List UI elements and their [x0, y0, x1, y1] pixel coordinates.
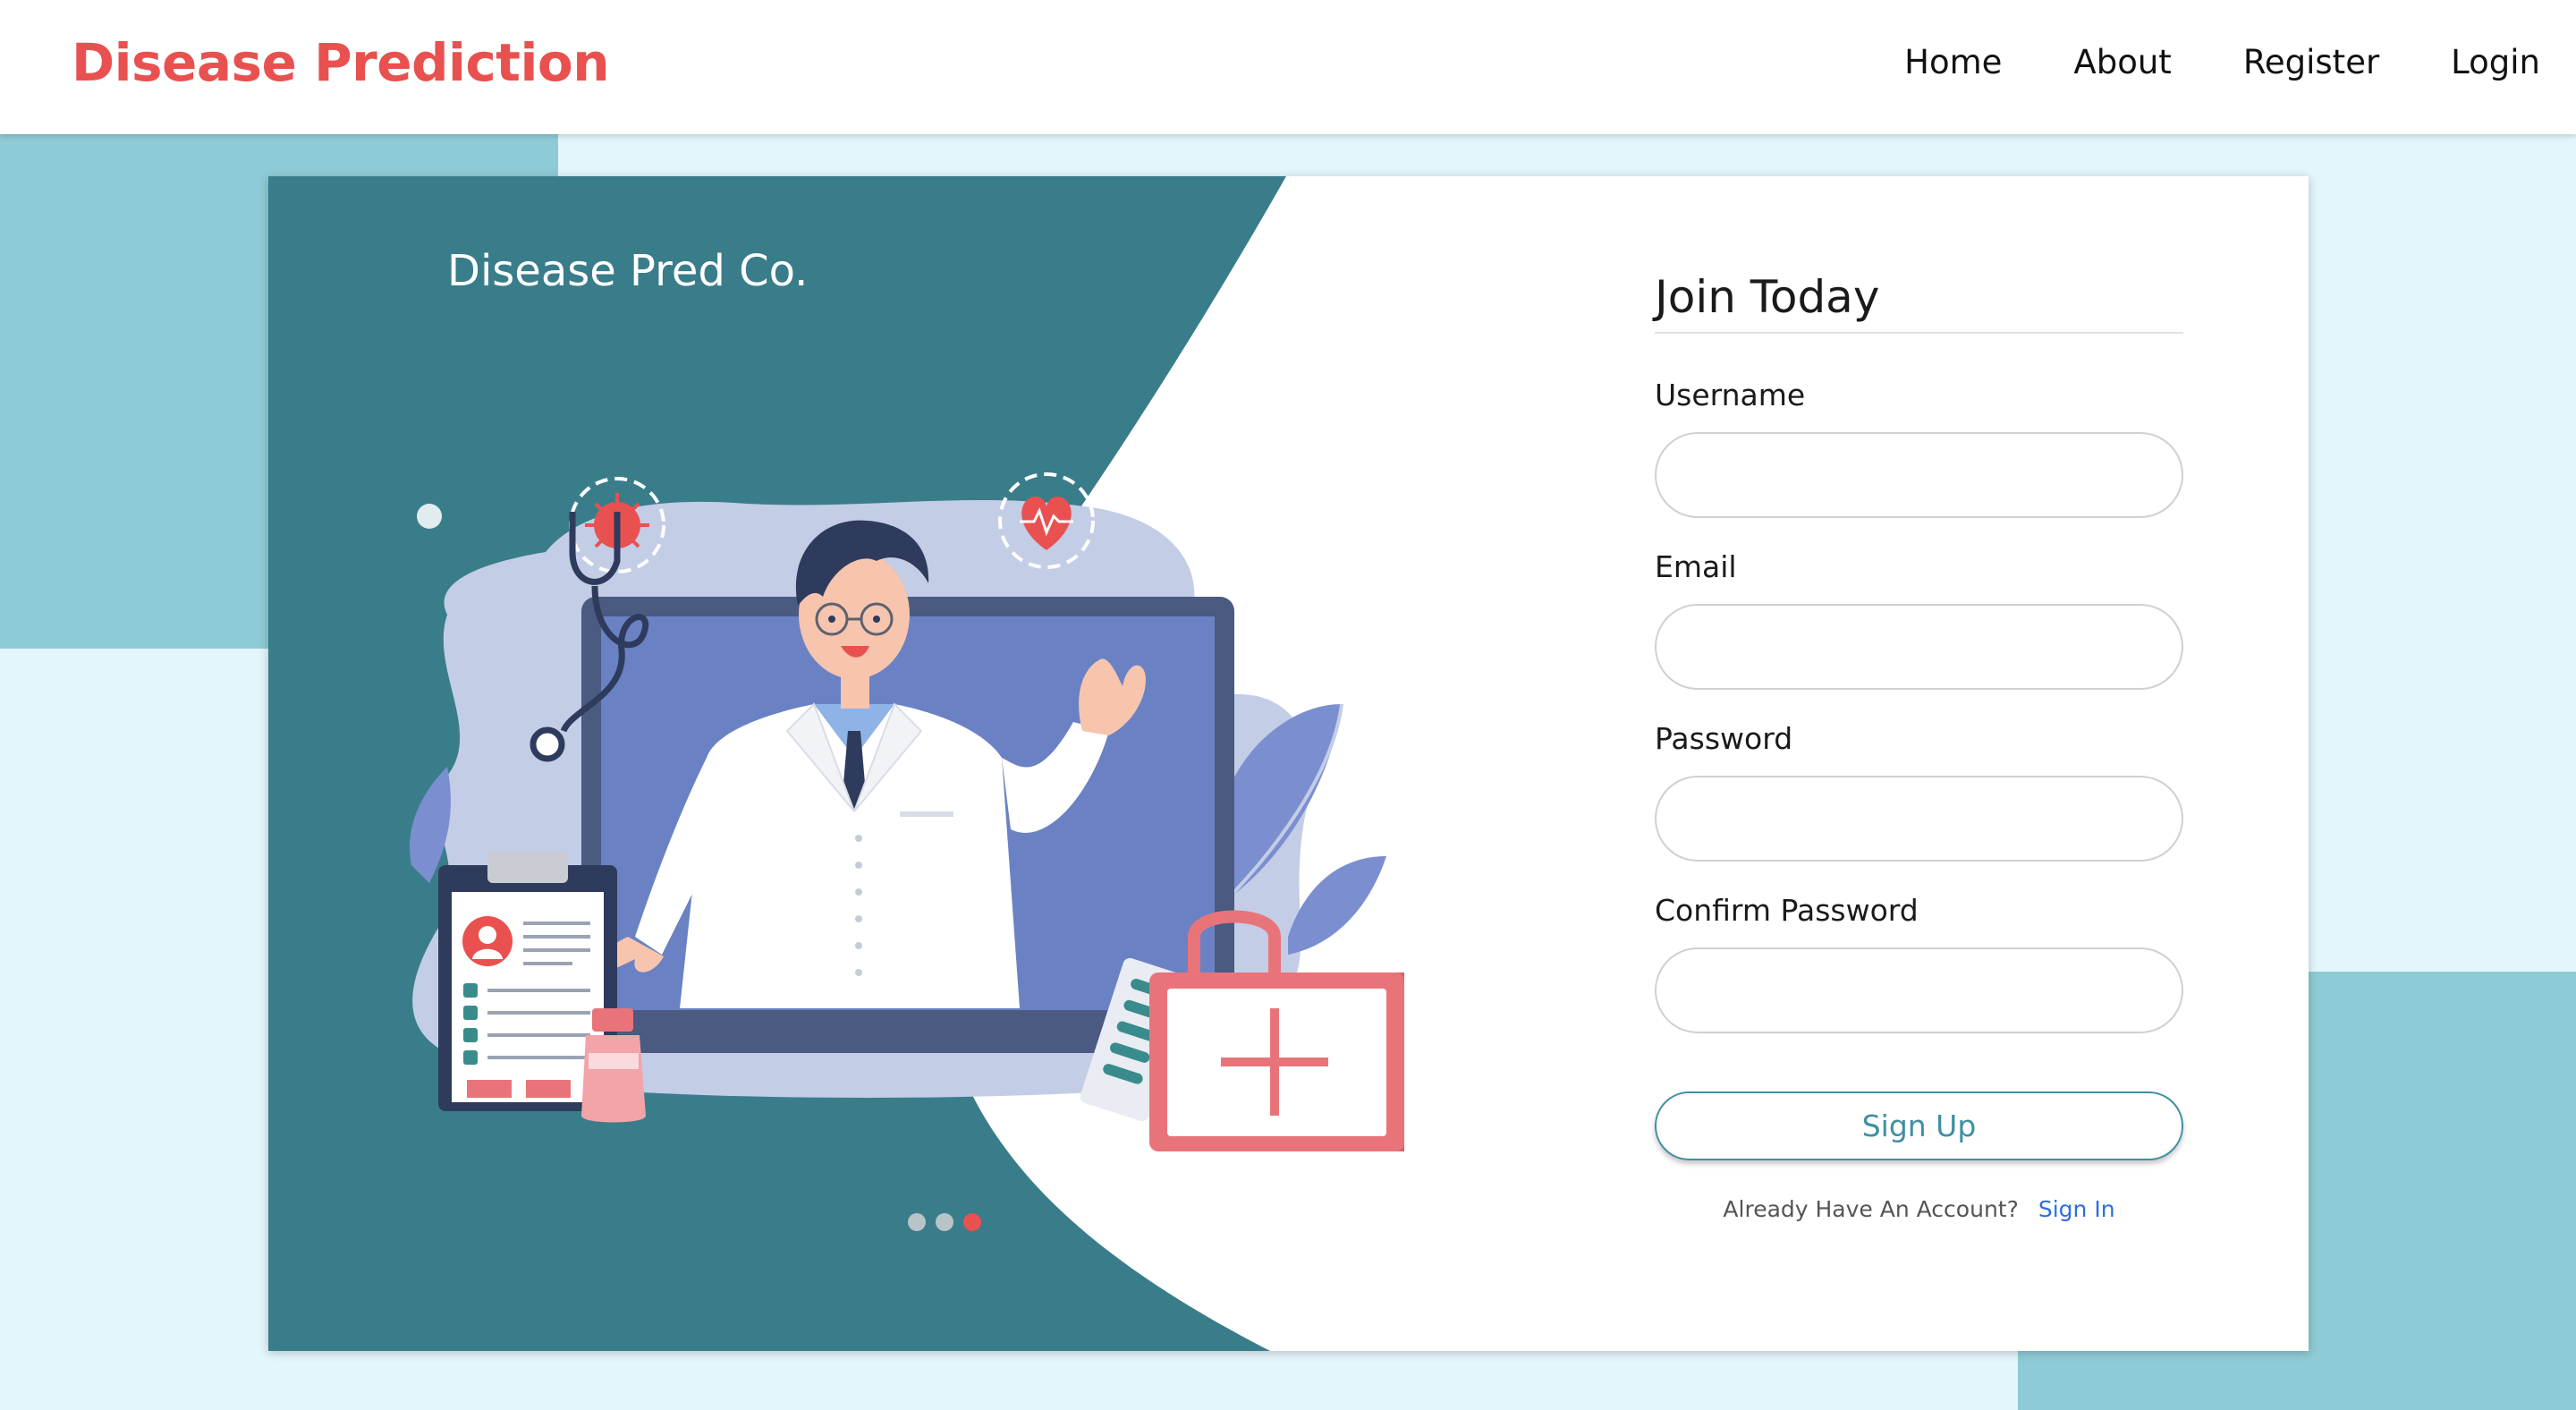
nav-link-about[interactable]: About: [2073, 43, 2171, 81]
carousel-dot-2[interactable]: [936, 1213, 953, 1231]
nav-link-home[interactable]: Home: [1904, 43, 2002, 81]
sign-in-link[interactable]: Sign In: [2038, 1196, 2115, 1222]
navbar: Disease Prediction Home About Register L…: [0, 0, 2576, 134]
password-label: Password: [1655, 721, 1793, 756]
email-input[interactable]: [1655, 604, 2183, 690]
confirm-password-label: Confirm Password: [1655, 893, 1919, 928]
account-prompt-text: Already Have An Account?: [1723, 1196, 2019, 1222]
password-input[interactable]: [1655, 776, 2183, 862]
company-name: Disease Pred Co.: [447, 246, 809, 296]
doctor-illustration: [410, 472, 1404, 1151]
brand-logo[interactable]: Disease Prediction: [72, 32, 610, 93]
email-label: Email: [1655, 549, 1737, 584]
signup-card: Disease Pred Co. Join Today Username Ema…: [268, 176, 2309, 1351]
username-input[interactable]: [1655, 432, 2183, 518]
sign-up-button[interactable]: Sign Up: [1655, 1091, 2183, 1160]
confirm-password-input[interactable]: [1655, 947, 2183, 1033]
carousel-dot-3[interactable]: [963, 1213, 981, 1231]
nav-links: Home About Register Login: [1833, 43, 2540, 81]
form-title: Join Today: [1655, 271, 2183, 334]
nav-link-register[interactable]: Register: [2243, 43, 2379, 81]
carousel-dot-1[interactable]: [908, 1213, 926, 1231]
carousel-indicators: [908, 1213, 991, 1231]
username-label: Username: [1655, 378, 1806, 412]
nav-link-login[interactable]: Login: [2451, 43, 2540, 81]
account-prompt-row: Already Have An Account? Sign In: [1655, 1196, 2183, 1222]
